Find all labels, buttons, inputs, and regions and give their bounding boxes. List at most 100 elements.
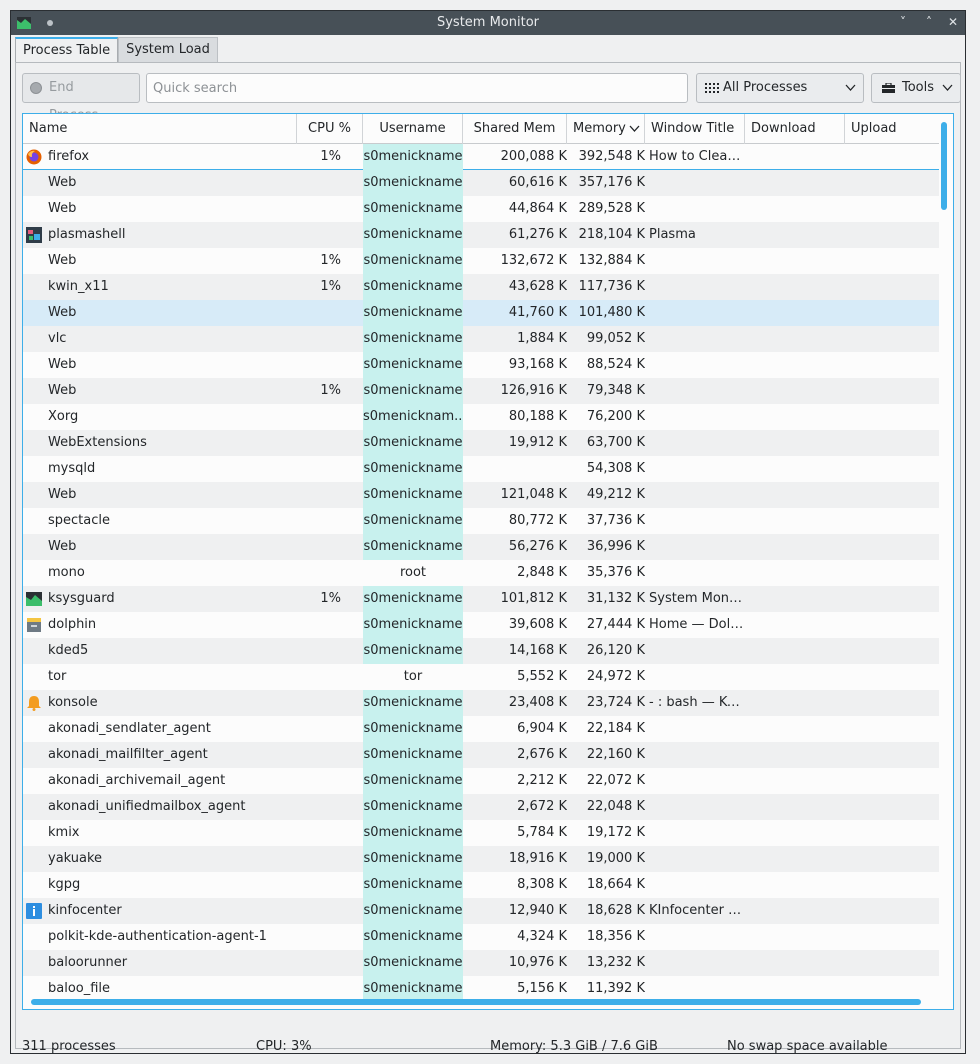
process-memory: 117,736 K [578,279,645,294]
vertical-scrollbar[interactable] [941,122,947,210]
table-row[interactable]: Web s0menickname 44,864 K 289,528 K [23,196,939,222]
table-row[interactable]: akonadi_mailfilter_agent s0menickname 2,67… [23,742,939,768]
table-row[interactable]: firefox 1% s0menickname 200,088 K 392,548 K H… [23,144,939,170]
table-row[interactable]: mysqld s0menickname 54,308 K [23,456,939,482]
column-header-upload[interactable]: Upload [845,114,939,144]
process-shared-mem: 132,672 K [500,253,567,268]
process-shared-mem: 80,772 K [508,513,567,528]
process-window-title [649,768,745,794]
process-name: konsole [48,695,98,710]
process-cpu [297,300,363,326]
table-row[interactable]: kgpg s0menickname 8,308 K 18,664 K [23,872,939,898]
process-name: Xorg [48,409,79,424]
table-row[interactable]: baloorunner s0menickname 10,976 K 13,232 K [23,950,939,976]
table-row[interactable]: kwin_x11 1% s0menickname 43,628 K 117,736 K [23,274,939,300]
process-cpu [297,170,363,196]
table-row[interactable]: konsole s0menickname 23,408 K 23,724 K - : b… [23,690,939,716]
table-row[interactable]: plasmashell s0menickname 61,276 K 218,104 K… [23,222,939,248]
titlebar[interactable]: System Monitor ˅ ˄ ✕ [11,11,965,35]
process-window-title: Home — Dolp... [649,617,745,632]
process-name: tor [48,669,67,684]
process-username: s0menickname [363,820,463,846]
column-header-shared-mem[interactable]: Shared Mem [463,114,567,144]
process-window-title [649,352,745,378]
horizontal-scrollbar[interactable] [31,999,921,1005]
tab-process-table[interactable]: Process Table [15,37,119,62]
column-header-cpu[interactable]: CPU % [297,114,363,144]
table-row[interactable]: spectacle s0menickname 80,772 K 37,736 K [23,508,939,534]
process-cpu: 1% [320,253,341,268]
tab-system-load[interactable]: System Load [118,37,218,62]
process-shared-mem: 44,864 K [508,201,567,216]
table-row[interactable]: akonadi_unifiedmailbox_agent s0menickname… [23,794,939,820]
process-window-title [649,950,745,976]
process-shared-mem: 10,976 K [508,955,567,970]
table-row[interactable]: kinfocenter s0menickname 12,940 K 18,628 K K… [23,898,939,924]
table-row[interactable]: Web s0menickname 93,168 K 88,524 K [23,352,939,378]
table-row[interactable]: kded5 s0menickname 14,168 K 26,120 K [23,638,939,664]
table-row[interactable]: Web s0menickname 60,616 K 357,176 K [23,170,939,196]
column-header-name[interactable]: Name [23,114,297,144]
process-filter-select[interactable]: All Processes [696,73,864,103]
table-row[interactable]: Web 1% s0menickname 126,916 K 79,348 K [23,378,939,404]
process-username: root [399,565,427,580]
process-shared-mem: 56,276 K [508,539,567,554]
swap-status: No swap space available [727,1039,888,1054]
process-cpu [297,560,363,586]
process-memory: 36,996 K [586,539,645,554]
column-header-memory[interactable]: Memory [567,114,645,144]
toolbar: End Process... All Processes Too [22,73,961,123]
tab-bar: Process Table System Load [15,37,218,63]
table-row[interactable]: akonadi_sendlater_agent s0menickname 6,904… [23,716,939,742]
close-button[interactable]: ✕ [945,15,961,29]
process-memory: 22,160 K [586,747,645,762]
process-cpu [297,482,363,508]
process-name: Web [48,201,77,216]
tools-menu-button[interactable]: Tools [871,73,961,103]
process-username: s0menickname [363,872,463,898]
process-table[interactable]: Name CPU % Username Shared Mem Memory Wi… [22,113,954,1010]
table-row[interactable]: vlc s0menickname 1,884 K 99,052 K [23,326,939,352]
quick-search-input[interactable] [146,73,688,103]
table-row[interactable]: yakuake s0menickname 18,916 K 19,000 K [23,846,939,872]
minimize-button[interactable]: ˅ [895,15,911,29]
process-name: kded5 [48,643,89,658]
process-memory: 19,172 K [586,825,645,840]
table-row[interactable]: Web s0menickname 56,276 K 36,996 K [23,534,939,560]
process-window-title [649,820,745,846]
table-row[interactable]: mono root 2,848 K 35,376 K [23,560,939,586]
table-row[interactable]: dolphin s0menickname 39,608 K 27,444 K Home … [23,612,939,638]
table-row[interactable]: akonadi_archivemail_agent s0menickname 2,2… [23,768,939,794]
table-row[interactable]: ksysguard 1% s0menickname 101,812 K 31,132 K… [23,586,939,612]
column-header-window-title[interactable]: Window Title [645,114,745,144]
maximize-button[interactable]: ˄ [921,15,937,29]
table-header: Name CPU % Username Shared Mem Memory Wi… [23,114,939,144]
table-row[interactable]: Web s0menickname 121,048 K 49,212 K [23,482,939,508]
process-shared-mem: 41,760 K [508,305,567,320]
column-header-download[interactable]: Download [745,114,845,144]
process-cpu [297,612,363,638]
end-process-button[interactable]: End Process... [22,73,140,123]
table-row[interactable]: tor tor 5,552 K 24,972 K [23,664,939,690]
process-window-title [649,170,745,196]
table-row[interactable]: WebExtensions s0menickname 19,912 K 63,700 … [23,430,939,456]
table-row[interactable]: Web 1% s0menickname 132,672 K 132,884 K [23,248,939,274]
table-row[interactable]: kmix s0menickname 5,784 K 19,172 K [23,820,939,846]
process-memory: 22,184 K [586,721,645,736]
process-username: s0menickname [363,378,463,404]
process-name: WebExtensions [48,435,147,450]
table-row[interactable]: polkit-kde-authentication-agent-1 s0menic… [23,924,939,950]
process-username: s0menicknam... [363,404,463,430]
process-shared-mem: 121,048 K [500,487,567,502]
process-window-title: System Monitor [649,591,745,606]
process-memory: 218,104 K [578,227,645,242]
process-window-title: KInfocenter —... [649,903,745,918]
process-memory: 54,308 K [586,461,645,476]
table-row[interactable]: Xorg s0menicknam... 80,188 K 76,200 K [23,404,939,430]
table-row[interactable]: Web s0menickname 41,760 K 101,480 K [23,300,939,326]
process-shared-mem: 8,308 K [517,877,567,892]
column-header-username[interactable]: Username [363,114,463,144]
process-shared-mem: 2,848 K [517,565,567,580]
process-cpu [297,638,363,664]
process-username: s0menickname [363,456,463,482]
